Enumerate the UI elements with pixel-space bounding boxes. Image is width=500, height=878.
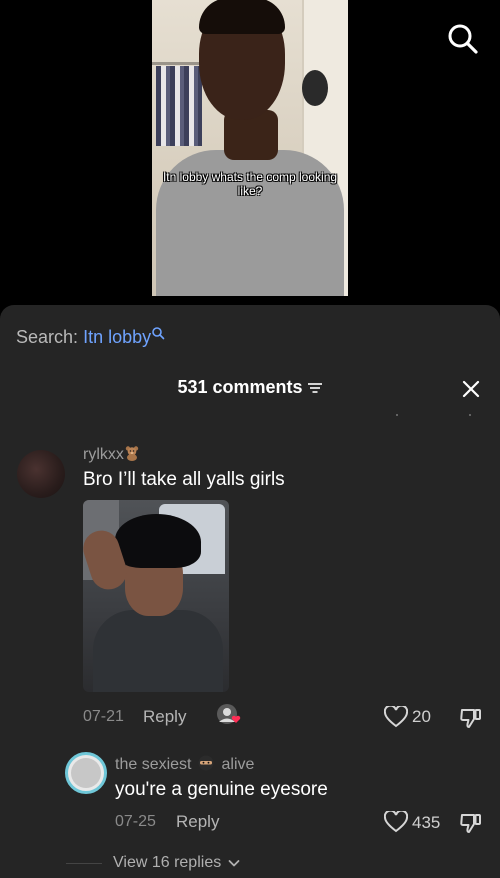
reply-like-count: 435 bbox=[412, 813, 441, 832]
comment-count: 531 comments bbox=[177, 377, 303, 397]
photo-hair bbox=[115, 514, 201, 568]
search-query-link[interactable]: Itn lobby bbox=[83, 327, 151, 347]
search-small-icon bbox=[152, 327, 165, 340]
reply-date: 07-25 bbox=[115, 813, 156, 830]
reply-username-text[interactable]: the sexiest bbox=[115, 756, 191, 773]
divider bbox=[66, 863, 102, 864]
scroll-dot bbox=[469, 414, 471, 416]
video-area[interactable]: Itn lobby whats the comp looking like? bbox=[0, 0, 500, 305]
comment-username[interactable]: rylkxx bbox=[83, 445, 140, 464]
reply-button[interactable]: Reply bbox=[143, 707, 186, 727]
search-prefix: Search: bbox=[16, 327, 79, 347]
comments-sheet: Search: Itn lobby 531 comments rylkxx Br… bbox=[0, 305, 500, 878]
teddy-bear-icon bbox=[125, 446, 139, 461]
video-thumbnail[interactable]: Itn lobby whats the comp looking like? bbox=[152, 0, 348, 296]
filter-icon[interactable] bbox=[307, 381, 323, 395]
dislike-icon[interactable] bbox=[459, 706, 483, 730]
reply-username[interactable]: the sexiest alive bbox=[115, 755, 254, 774]
reply-username-suffix[interactable]: alive bbox=[221, 756, 254, 773]
person-hair bbox=[199, 0, 285, 34]
like-count: 20 bbox=[412, 707, 431, 726]
search-icon[interactable] bbox=[446, 22, 480, 56]
hanging-hat bbox=[302, 70, 328, 106]
comment-date: 07-21 bbox=[83, 708, 124, 725]
shower-curtain bbox=[156, 66, 202, 146]
chevron-down-icon bbox=[228, 859, 240, 867]
like-heart-icon[interactable] bbox=[384, 706, 408, 728]
view-replies-button[interactable]: View 16 replies bbox=[113, 854, 240, 872]
close-icon[interactable] bbox=[461, 379, 481, 399]
reply-reply-button[interactable]: Reply bbox=[176, 812, 219, 832]
reply-avatar[interactable] bbox=[65, 752, 107, 794]
reply-text: you're a genuine eyesore bbox=[115, 779, 328, 800]
avatar[interactable] bbox=[17, 450, 65, 498]
video-caption: Itn lobby whats the comp looking like? bbox=[162, 170, 338, 198]
comments-header: 531 comments bbox=[0, 377, 500, 397]
dislike-icon[interactable] bbox=[459, 811, 483, 835]
scroll-dot bbox=[396, 414, 398, 416]
creator-like-avatar-icon bbox=[217, 704, 241, 724]
comment-text: Bro I’ll take all yalls girls bbox=[83, 469, 285, 490]
username-text[interactable]: rylkxx bbox=[83, 446, 124, 463]
comment-photo[interactable] bbox=[83, 500, 229, 692]
like-heart-icon[interactable] bbox=[384, 811, 408, 833]
photo-shirt bbox=[93, 610, 223, 692]
view-replies-label[interactable]: View 16 replies bbox=[113, 854, 221, 871]
search-suggestion[interactable]: Search: Itn lobby bbox=[16, 327, 165, 348]
ninja-icon bbox=[198, 755, 214, 771]
